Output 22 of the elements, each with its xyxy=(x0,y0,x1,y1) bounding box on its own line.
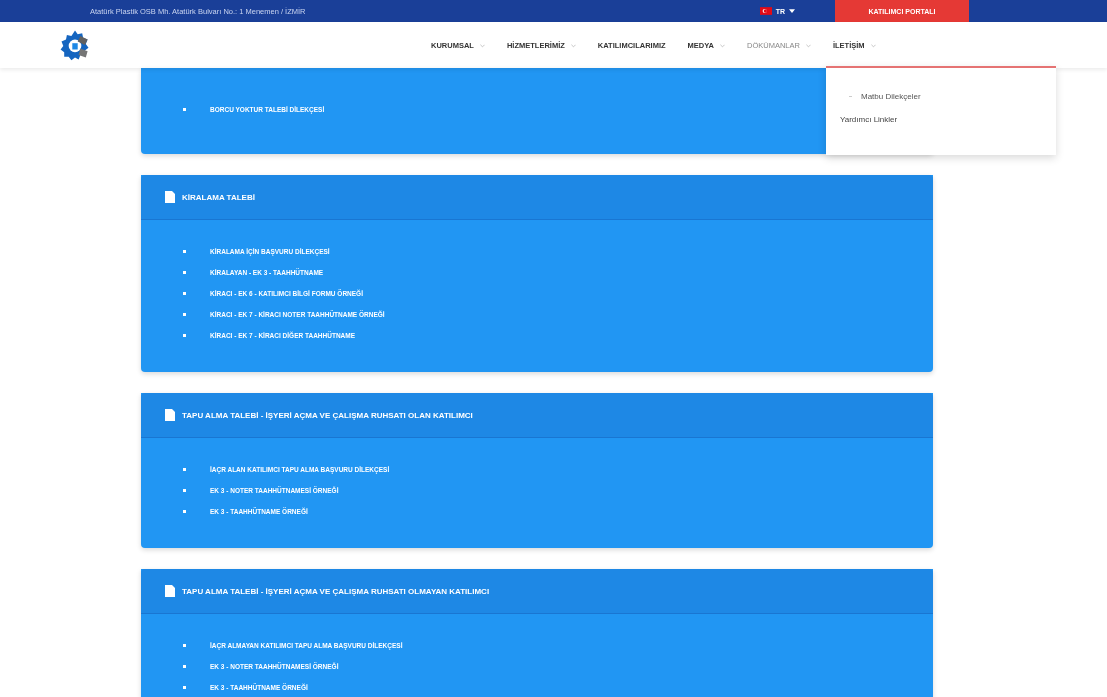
bullet-icon xyxy=(183,270,186,274)
flag-icon xyxy=(759,7,772,15)
bullet-icon xyxy=(183,467,186,471)
menu-item[interactable]: Yardımcı Linkler xyxy=(840,115,898,124)
menu-item[interactable]: Matbu Dilekçeler xyxy=(861,92,921,101)
bullet-icon xyxy=(183,685,186,689)
bullet-icon xyxy=(183,509,186,513)
bullet-icon xyxy=(183,643,186,647)
document-icon xyxy=(165,191,175,203)
bullet-icon xyxy=(183,249,186,253)
document-icon xyxy=(165,585,175,597)
caret-icon xyxy=(789,9,795,13)
bullet-icon xyxy=(183,312,186,316)
section-title: KİRALAMA TALEBİ xyxy=(182,192,255,202)
bullet-icon xyxy=(183,488,186,492)
bullet-icon xyxy=(183,333,186,337)
document-icon xyxy=(165,409,175,421)
section-title: TAPU ALMA TALEBİ - İŞYERİ AÇMA VE ÇALIŞMA RUHSATI OLAN KATILIMCI xyxy=(182,410,473,420)
bullet-icon xyxy=(183,291,186,295)
bullet-icon xyxy=(183,664,186,668)
bullet-icon xyxy=(183,107,186,111)
section-title: TAPU ALMA TALEBİ - İŞYERİ AÇMA VE ÇALIŞMA RUHSATI OLMAYAN KATILIMCI xyxy=(182,586,490,596)
